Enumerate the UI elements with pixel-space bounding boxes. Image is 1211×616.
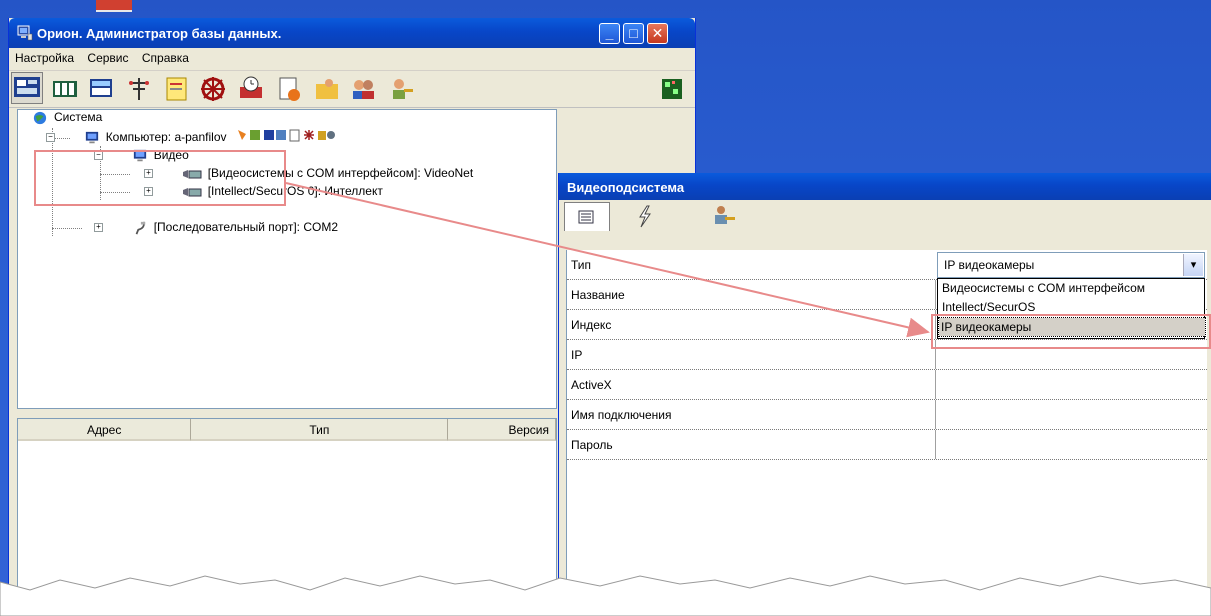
annotation-arrow	[285, 182, 930, 338]
torn-paper-edge	[0, 575, 1211, 616]
